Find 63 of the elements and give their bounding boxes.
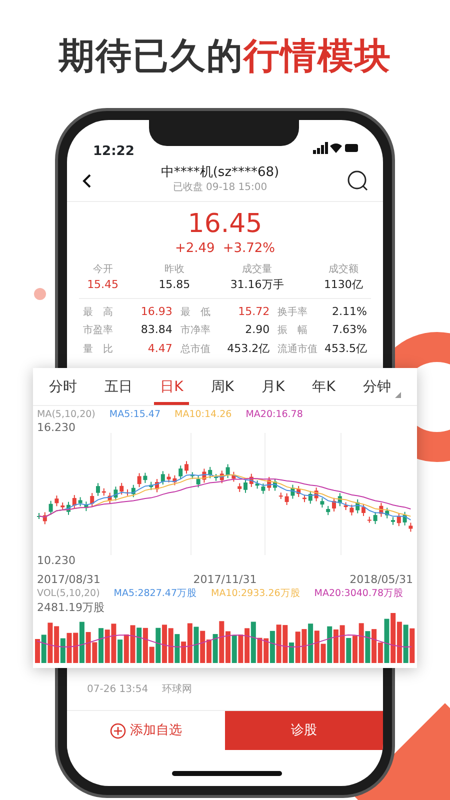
detail-value: 4.47 [148,340,172,357]
date-label: 2018/05/31 [348,574,414,586]
legend-text: MA20:16.78 [246,408,303,422]
stat-label: 昨收 [163,263,186,278]
detail-label: 量 比 [83,342,113,357]
detail-label: 流通市值 [278,342,318,357]
detail-value: 15.72 [238,304,270,320]
detail-value: 83.84 [140,322,172,338]
date-label: 2017/11/31 [192,574,258,586]
stat-label: 成交量 [241,262,274,278]
stock-title: 中****机(sz****68) [160,166,280,180]
market-status: 已收盘 09-18 15:00 [172,181,268,196]
period-tab[interactable]: 分钟 [356,368,407,405]
legend-text: MA(5,10,20) [37,408,96,422]
stat-label: 今开 [92,263,114,278]
legend-text: VOL(5,10,20) [37,587,100,602]
axis-label: 10.230 [36,555,76,566]
status-icons [313,142,359,154]
headline-text: 期待已久的 [58,36,244,77]
period-tab[interactable]: 五日 [98,368,139,405]
date-label: 2017/08/31 [36,574,102,586]
stat-value: 31.16万手 [230,277,284,294]
axis-label: 2481.19万股 [36,602,106,612]
status-time: 12:22 [93,143,134,160]
detail-label: 市净率 [180,324,210,338]
detail-value: 2.11% [332,304,367,320]
detail-label: 市盈率 [83,324,113,338]
legend-text: MA5:2827.47万股 [114,587,198,602]
news-time: 07-26 13:54 [87,683,148,697]
stat-label: 成交额 [327,262,360,278]
period-tab[interactable]: 日K [154,368,190,405]
legend-text: MA20:3040.78万股 [314,587,404,602]
current-price: 16.45 [186,210,264,239]
stat-value: 15.85 [158,277,190,294]
detail-value: 453.2亿 [227,340,270,357]
back-icon[interactable] [81,172,93,188]
search-icon[interactable] [347,170,369,192]
percent-change: +3.72% [222,240,276,258]
diagnose-button[interactable]: 诊股 [225,711,383,750]
period-tab[interactable]: 年K [306,368,342,405]
axis-label: 16.230 [36,422,76,434]
period-tab[interactable]: 分时 [43,368,83,405]
detail-label: 最 高 [83,306,113,320]
detail-label: 换手率 [278,306,308,320]
detail-value: 16.93 [140,304,172,320]
stat-value: 1130亿 [324,277,363,294]
detail-value: 7.63% [332,322,367,338]
detail-value: 2.90 [245,322,270,338]
detail-label: 振 幅 [278,324,308,338]
stat-value: 15.45 [87,277,119,294]
detail-label: 最 低 [180,306,210,320]
legend-text: MA10:14.26 [174,408,232,422]
price-change: +2.49 [174,240,215,258]
period-tab[interactable]: 周K [204,368,240,405]
detail-label: 总市值 [180,342,210,357]
news-source: 环球网 [162,682,192,697]
headline-text: 行情模块 [244,36,392,77]
legend-text: MA10:2933.26万股 [211,587,300,602]
plus-icon [110,722,126,738]
detail-value: 453.5亿 [324,340,367,357]
legend-text: MA5:15.47 [109,408,161,422]
dot-decoration [34,288,46,300]
period-tab[interactable]: 月K [256,368,291,405]
